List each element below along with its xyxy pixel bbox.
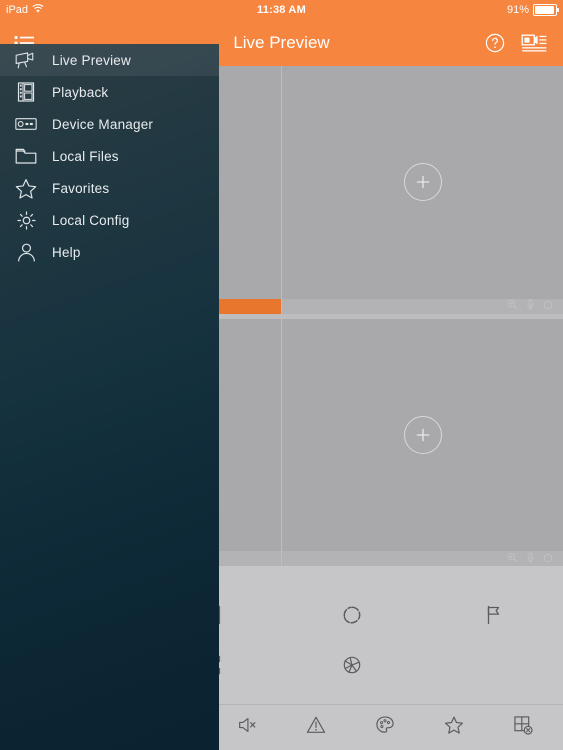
video-cell[interactable] (282, 66, 563, 299)
gear-icon (0, 209, 52, 232)
tab-close-all[interactable] (502, 708, 544, 748)
star-icon (443, 714, 465, 741)
iris-close-icon (340, 653, 364, 682)
sidebar-drawer: Live Preview Playback Device Manager Loc… (0, 44, 219, 750)
status-bar-right: 91% (507, 4, 563, 16)
ptz-iris-close-button[interactable] (282, 642, 423, 692)
sidebar-item-label: Local Config (52, 212, 130, 228)
zoom-in-icon[interactable] (507, 297, 518, 315)
video-cell[interactable] (282, 318, 563, 551)
sidebar-item-label: Favorites (52, 180, 110, 196)
video-cell-toolbar-right (282, 299, 563, 314)
app-root: iPad 11:38 AM 91% Live Preview Live Prev… (0, 0, 563, 750)
nav-bar-actions (485, 33, 563, 53)
sidebar-menu: Live Preview Playback Device Manager Loc… (0, 44, 219, 268)
iris-open-icon (340, 603, 364, 632)
sidebar-item-label: Live Preview (52, 52, 131, 68)
folder-icon (0, 146, 52, 166)
sidebar-item-device-manager[interactable]: Device Manager (0, 108, 219, 140)
tab-image-color[interactable] (364, 708, 406, 748)
sidebar-item-label: Help (52, 244, 81, 260)
status-bar-clock: 11:38 AM (257, 4, 306, 16)
person-icon (0, 241, 52, 264)
sidebar-item-label: Device Manager (52, 116, 154, 132)
zoom-in-icon[interactable] (507, 550, 518, 568)
cell-toolbar-icons (501, 297, 563, 315)
cell-toolbar-icons (501, 550, 563, 568)
video-cell-toolbar-right (282, 551, 563, 566)
ptz-preset-button[interactable] (422, 592, 563, 642)
tab-favorites[interactable] (433, 708, 475, 748)
question-circle-icon[interactable] (485, 33, 505, 53)
sidebar-item-label: Local Files (52, 148, 119, 164)
flag-icon (481, 603, 505, 632)
sidebar-item-local-files[interactable]: Local Files (0, 140, 219, 172)
grid-close-icon (512, 714, 534, 741)
palette-icon (374, 714, 396, 741)
warning-triangle-icon (305, 714, 327, 741)
plus-circle-icon[interactable] (403, 163, 442, 202)
sidebar-item-live-preview[interactable]: Live Preview (0, 44, 219, 76)
sidebar-item-local-config[interactable]: Local Config (0, 204, 219, 236)
tab-alarm[interactable] (295, 708, 337, 748)
ptz-iris-open-button[interactable] (282, 592, 423, 642)
sidebar-item-help[interactable]: Help (0, 236, 219, 268)
battery-percent-label: 91% (506, 4, 529, 16)
microphone-icon[interactable] (526, 297, 535, 315)
plus-circle-icon[interactable] (403, 415, 442, 454)
device-list-icon[interactable] (521, 33, 547, 53)
ptz-empty-slot (422, 642, 563, 692)
star-icon (0, 177, 52, 200)
sidebar-item-label: Playback (52, 84, 109, 100)
battery-icon (533, 4, 559, 16)
camera-icon (0, 50, 52, 70)
speaker-mute-icon (236, 714, 258, 741)
status-bar: iPad 11:38 AM 91% (0, 0, 563, 20)
film-icon (0, 81, 52, 103)
sidebar-item-favorites[interactable]: Favorites (0, 172, 219, 204)
sidebar-item-playback[interactable]: Playback (0, 76, 219, 108)
dvr-icon (0, 115, 52, 133)
record-circle-icon[interactable] (543, 297, 553, 315)
microphone-icon[interactable] (526, 550, 535, 568)
tab-audio-off[interactable] (226, 708, 268, 748)
record-circle-icon[interactable] (543, 550, 553, 568)
